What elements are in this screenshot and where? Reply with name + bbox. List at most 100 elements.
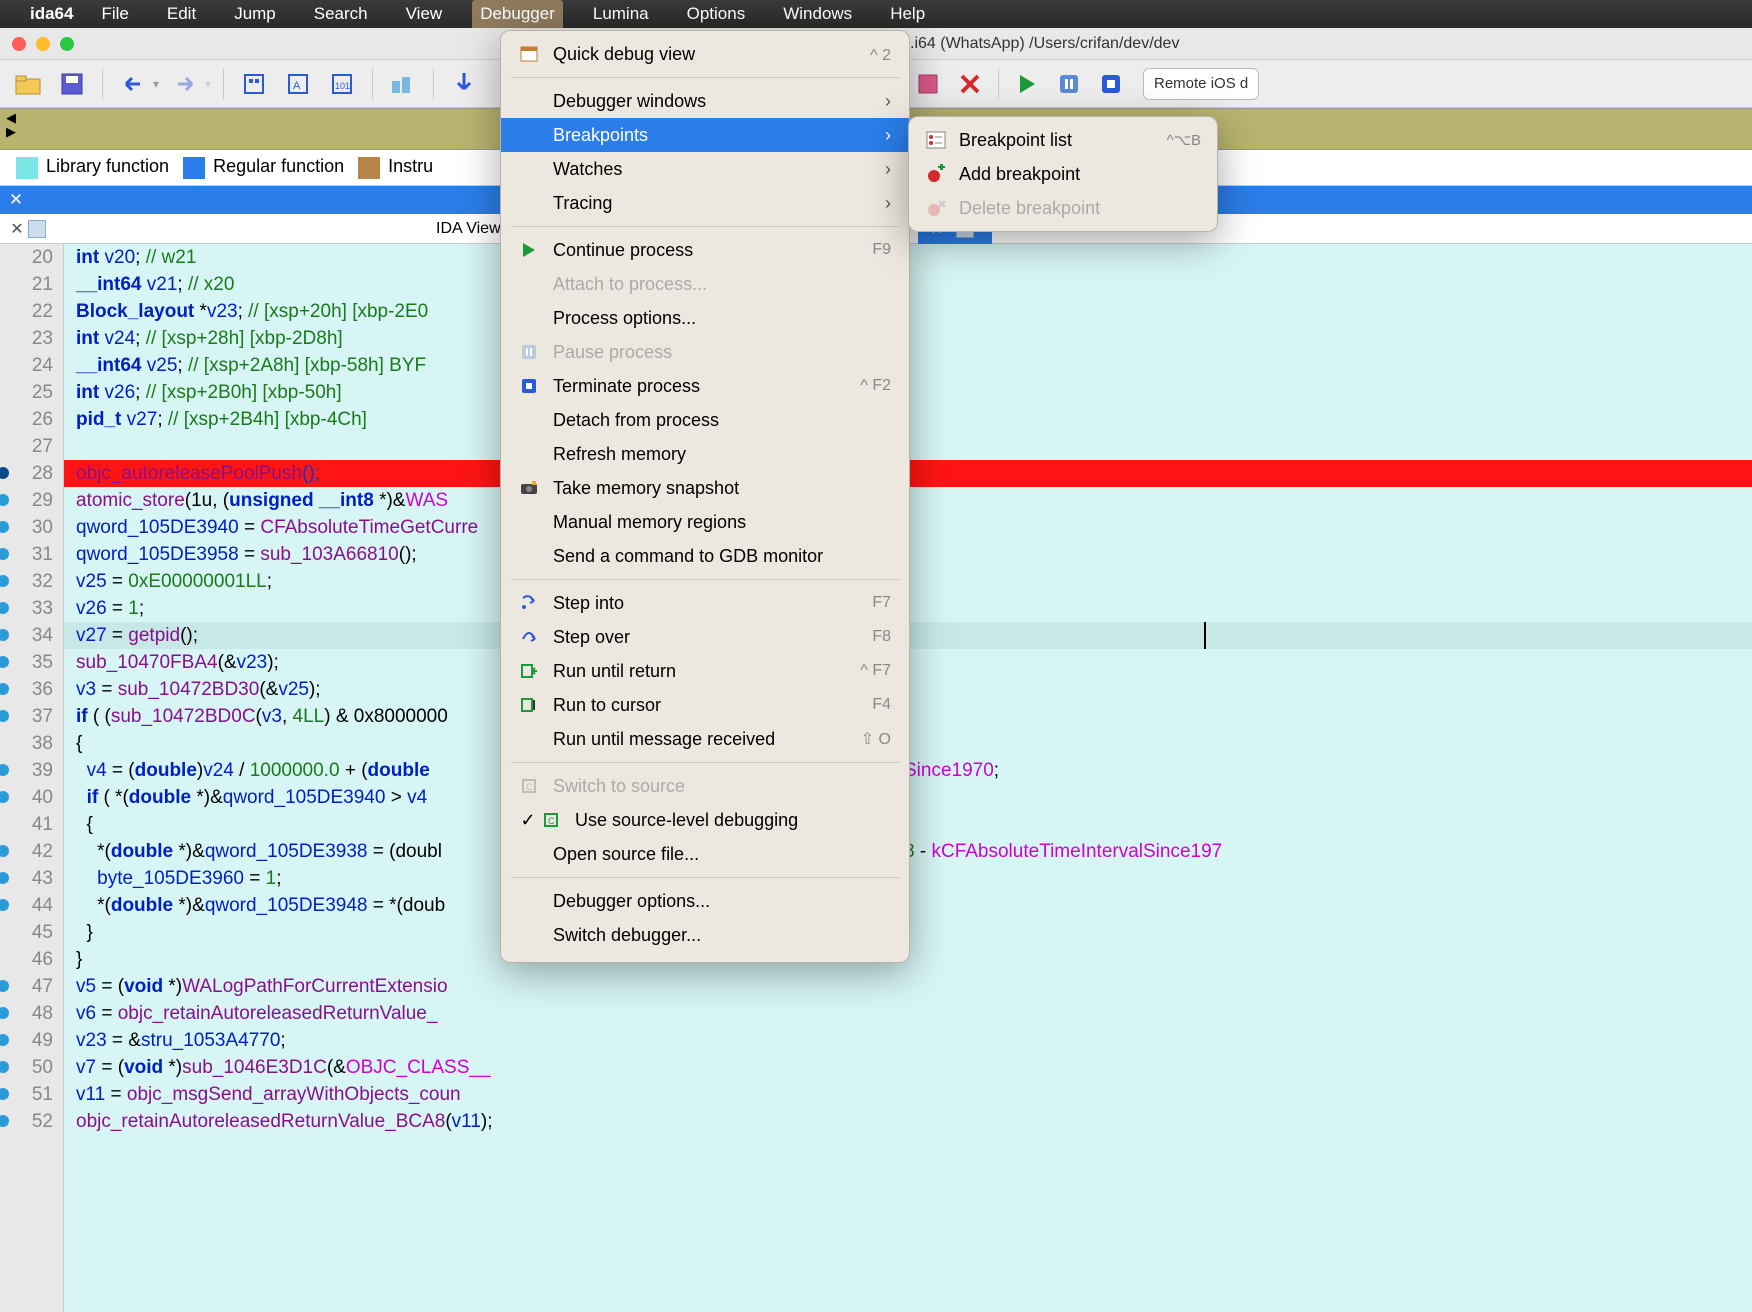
breakpoint-marker[interactable] xyxy=(0,1088,9,1100)
menu-take-snapshot[interactable]: Take memory snapshot xyxy=(501,471,909,505)
line-number[interactable]: 35 xyxy=(0,649,63,676)
code-line[interactable]: v7 = (void *)sub_1046E3D1C(&OBJC_CLASS__ xyxy=(64,1054,1752,1081)
line-number[interactable]: 24 xyxy=(0,352,63,379)
menu-refresh-memory[interactable]: Refresh memory xyxy=(501,437,909,471)
menu-run-until-return[interactable]: Run until return^ F7 xyxy=(501,654,909,688)
line-number[interactable]: 26 xyxy=(0,406,63,433)
menu-run-to-cursor[interactable]: Run to cursorF4 xyxy=(501,688,909,722)
menu-help[interactable]: Help xyxy=(882,0,933,28)
menu-lumina[interactable]: Lumina xyxy=(585,0,657,28)
close-window-button[interactable] xyxy=(12,37,26,51)
menu-debugger-options[interactable]: Debugger options... xyxy=(501,884,909,918)
breakpoint-marker[interactable] xyxy=(0,683,9,695)
save-button[interactable] xyxy=(54,66,90,102)
line-number[interactable]: 43 xyxy=(0,865,63,892)
breakpoint-marker[interactable] xyxy=(0,521,9,533)
menu-watches[interactable]: Watches› xyxy=(501,152,909,186)
nav-back-button[interactable] xyxy=(115,66,151,102)
line-number[interactable]: 28 xyxy=(0,460,63,487)
line-number[interactable]: 25 xyxy=(0,379,63,406)
menu-send-gdb-command[interactable]: Send a command to GDB monitor xyxy=(501,539,909,573)
menu-search[interactable]: Search xyxy=(306,0,376,28)
minimize-window-button[interactable] xyxy=(36,37,50,51)
menu-windows[interactable]: Windows xyxy=(775,0,860,28)
nav-forward-button[interactable] xyxy=(167,66,203,102)
menu-manual-memory-regions[interactable]: Manual memory regions xyxy=(501,505,909,539)
submenu-add-breakpoint[interactable]: Add breakpoint xyxy=(909,157,1217,191)
debugger-selector[interactable]: Remote iOS d xyxy=(1143,68,1259,100)
run-button[interactable] xyxy=(1009,66,1045,102)
breakpoint-marker[interactable] xyxy=(0,791,9,803)
code-line[interactable]: v11 = objc_msgSend_arrayWithObjects_coun xyxy=(64,1081,1752,1108)
breakpoint-marker[interactable] xyxy=(0,656,9,668)
breakpoint-marker[interactable] xyxy=(0,764,9,776)
code-line[interactable]: v5 = (void *)WALogPathForCurrentExtensio xyxy=(64,973,1752,1000)
line-number[interactable]: 50 xyxy=(0,1054,63,1081)
line-number[interactable]: 34 xyxy=(0,622,63,649)
close-tab-icon[interactable]: ✕ xyxy=(6,219,28,239)
menu-process-options[interactable]: Process options... xyxy=(501,301,909,335)
line-number[interactable]: 46 xyxy=(0,946,63,973)
tab-ida-view[interactable]: IDA View xyxy=(436,220,501,238)
code-line[interactable]: v23 = &stru_1053A4770; xyxy=(64,1027,1752,1054)
segment-button-2[interactable]: A xyxy=(280,66,316,102)
segment-button-1[interactable] xyxy=(236,66,272,102)
nav-arrows[interactable]: ◀▶ xyxy=(6,111,16,139)
line-number[interactable]: 22 xyxy=(0,298,63,325)
breakpoint-marker[interactable] xyxy=(0,548,9,560)
stop-button[interactable] xyxy=(1093,66,1129,102)
line-number[interactable]: 31 xyxy=(0,541,63,568)
analysis-button[interactable] xyxy=(385,66,421,102)
line-number[interactable]: 21 xyxy=(0,271,63,298)
menu-step-into[interactable]: Step intoF7 xyxy=(501,586,909,620)
menu-open-source-file[interactable]: Open source file... xyxy=(501,837,909,871)
line-number[interactable]: 44 xyxy=(0,892,63,919)
menu-continue-process[interactable]: Continue processF9 xyxy=(501,233,909,267)
breakpoint-marker[interactable] xyxy=(0,467,9,479)
breakpoint-marker[interactable] xyxy=(0,1007,9,1019)
menu-options[interactable]: Options xyxy=(679,0,754,28)
segment-button-3[interactable]: 101 xyxy=(324,66,360,102)
menu-terminate-process[interactable]: Terminate process^ F2 xyxy=(501,369,909,403)
open-file-button[interactable] xyxy=(10,66,46,102)
code-line[interactable]: objc_retainAutoreleasedReturnValue_BCA8(… xyxy=(64,1108,1752,1135)
line-number[interactable]: 49 xyxy=(0,1027,63,1054)
breakpoint-marker[interactable] xyxy=(0,602,9,614)
menu-step-over[interactable]: Step overF8 xyxy=(501,620,909,654)
menu-breakpoints[interactable]: Breakpoints› xyxy=(501,118,909,152)
menu-jump[interactable]: Jump xyxy=(226,0,284,28)
breakpoint-marker[interactable] xyxy=(0,494,9,506)
breakpoint-marker[interactable] xyxy=(0,710,9,722)
line-number[interactable]: 29 xyxy=(0,487,63,514)
line-number[interactable]: 30 xyxy=(0,514,63,541)
menu-detach-from-process[interactable]: Detach from process xyxy=(501,403,909,437)
line-number[interactable]: 36 xyxy=(0,676,63,703)
line-number[interactable]: 45 xyxy=(0,919,63,946)
breakpoint-marker[interactable] xyxy=(0,872,9,884)
line-gutter[interactable]: 2021222324252627282930313233343536373839… xyxy=(0,244,64,1312)
menu-switch-debugger[interactable]: Switch debugger... xyxy=(501,918,909,952)
breakpoint-toggle-button[interactable] xyxy=(910,66,946,102)
menu-use-source-level-debugging[interactable]: ✓CUse source-level debugging xyxy=(501,803,909,837)
line-number[interactable]: 38 xyxy=(0,730,63,757)
menu-quick-debug-view[interactable]: Quick debug view ^ 2 xyxy=(501,37,909,71)
breakpoint-marker[interactable] xyxy=(0,575,9,587)
breakpoint-marker[interactable] xyxy=(0,1061,9,1073)
menu-tracing[interactable]: Tracing› xyxy=(501,186,909,220)
breakpoint-marker[interactable] xyxy=(0,980,9,992)
line-number[interactable]: 47 xyxy=(0,973,63,1000)
line-number[interactable]: 48 xyxy=(0,1000,63,1027)
menu-debugger-windows[interactable]: Debugger windows› xyxy=(501,84,909,118)
menu-run-until-message[interactable]: Run until message received⇧ O xyxy=(501,722,909,756)
line-number[interactable]: 41 xyxy=(0,811,63,838)
menu-edit[interactable]: Edit xyxy=(159,0,204,28)
zoom-window-button[interactable] xyxy=(60,37,74,51)
line-number[interactable]: 33 xyxy=(0,595,63,622)
app-name[interactable]: ida64 xyxy=(30,4,73,24)
line-number[interactable]: 40 xyxy=(0,784,63,811)
close-icon[interactable]: ✕ xyxy=(6,190,26,210)
pause-button[interactable] xyxy=(1051,66,1087,102)
cancel-button[interactable] xyxy=(952,66,988,102)
breakpoint-marker[interactable] xyxy=(0,899,9,911)
line-number[interactable]: 39 xyxy=(0,757,63,784)
